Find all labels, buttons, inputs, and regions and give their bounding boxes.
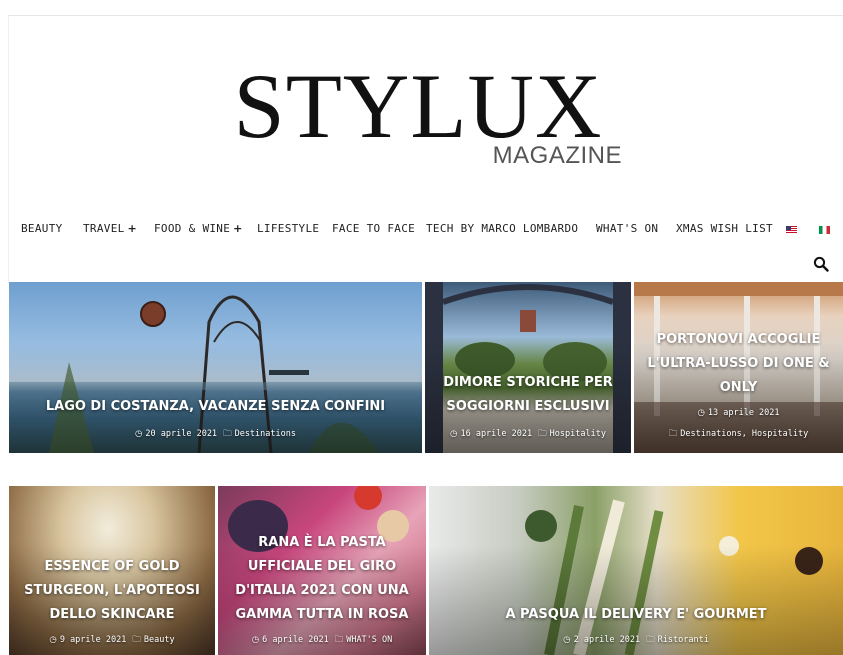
main-nav: BEAUTY TRAVEL + FOOD & WINE + LIFESTYLE FA… [10,222,835,240]
nav-item-label: TECH BY MARCO LOMBARDO [426,222,579,235]
article-category-link[interactable]: Hospitality [550,429,606,439]
article-category-link[interactable]: Beauty [144,635,175,645]
article-meta: ◷ 2 aprile 2021 🗀 Ristoranti [433,634,839,648]
article-meta: ◷ 6 aprile 2021 🗀 WHAT'S ON [222,634,422,648]
submenu-plus-icon: + [127,222,138,235]
nav-item-label: XMAS WISH LIST [676,222,773,235]
article-category-line: 🗀 Destinations, Hospitality [638,428,839,442]
nav-item-lifestyle[interactable]: LIFESTYLE [257,222,319,235]
clock-icon: ◷ [49,635,57,645]
article-card-essence-of-gold[interactable]: ESSENCE OF GOLD STURGEON, L'APOTEOSI DEL… [9,486,215,655]
article-date-line: ◷ 13 aprile 2021 [638,408,839,418]
article-card-pasqua-delivery[interactable]: A PASQUA IL DELIVERY E' GOURMET ◷ 2 april… [429,486,843,655]
nav-item-beauty[interactable]: BEAUTY [21,222,63,235]
us-flag-icon[interactable] [786,226,797,234]
clock-icon: ◷ [697,408,705,418]
article-card-lago-di-costanza[interactable]: LAGO DI COSTANZA, VACANZE SENZA CONFINI … [9,282,422,453]
article-date: 9 aprile 2021 [59,635,127,645]
nav-item-whats-on[interactable]: WHAT'S ON [596,222,658,235]
image-overlay [429,486,843,655]
article-date: 6 aprile 2021 [262,635,329,645]
logo-subtitle: MAGAZINE [492,142,622,169]
nav-item-label: BEAUTY [21,222,63,235]
clock-icon: ◷ [450,429,458,439]
article-card-dimore-storiche[interactable]: DIMORE STORICHE PER SOGGIORNI ESCLUSIVI … [425,282,631,453]
article-title: ESSENCE OF GOLD STURGEON, L'APOTEOSI DEL… [24,559,200,622]
search-button[interactable] [813,256,829,272]
article-date: 20 aprile 2021 [145,429,218,439]
article-title: PORTONOVI ACCOGLIE L'ULTRA-LUSSO DI ONE … [647,332,830,395]
article-title: LAGO DI COSTANZA, VACANZE SENZA CONFINI [45,399,386,414]
it-flag-icon[interactable] [819,226,830,234]
clock-icon: ◷ [251,635,260,645]
article-date: 16 aprile 2021 [460,429,533,439]
folder-icon: 🗀 [646,635,655,645]
nav-item-face-to-face[interactable]: FACE TO FACE [332,222,415,235]
nav-item-label: FOOD & WINE [154,222,231,235]
nav-item-label: LIFESTYLE [257,222,320,235]
article-meta: ◷ 9 aprile 2021 🗀 Beauty [13,634,211,648]
nav-item-label: TRAVEL [83,222,125,235]
clock-icon: ◷ [563,635,571,645]
article-date: 2 aprile 2021 [573,635,641,645]
folder-icon: 🗀 [538,429,547,439]
article-category-link[interactable]: Destinations, Hospitality [680,429,808,439]
submenu-plus-icon: + [233,222,243,235]
article-category-link[interactable]: Destinations [235,429,296,439]
folder-icon: 🗀 [132,635,141,645]
article-title: RANA È LA PASTA UFFICIALE DEL GIRO D'ITA… [235,535,409,622]
site-logo[interactable]: STYLUX MAGAZINE [212,55,632,169]
article-card-portonovi[interactable]: PORTONOVI ACCOGLIE L'ULTRA-LUSSO DI ONE … [634,282,843,453]
nav-item-label: FACE TO FACE [332,222,416,235]
logo-title: STYLUX [233,55,603,157]
nav-item-tech[interactable]: TECH BY MARCO LOMBARDO [426,222,578,235]
header-top-border [8,15,843,16]
article-category-link[interactable]: WHAT'S ON [346,635,392,645]
folder-icon: 🗀 [334,635,344,645]
nav-item-food-wine[interactable]: FOOD & WINE + [154,222,243,235]
article-date: 13 aprile 2021 [707,408,780,418]
article-card-rana[interactable]: RANA È LA PASTA UFFICIALE DEL GIRO D'ITA… [218,486,426,655]
nav-item-xmas-wish-list[interactable]: XMAS WISH LIST [676,222,773,235]
nav-item-travel[interactable]: TRAVEL + [83,222,137,235]
article-meta: ◷ 20 aprile 2021 🗀 Destinations [13,428,418,442]
folder-icon: 🗀 [668,429,678,439]
folder-icon: 🗀 [223,429,232,439]
article-title: A PASQUA IL DELIVERY E' GOURMET [505,607,767,622]
nav-item-label: WHAT'S ON [596,222,659,235]
article-title: DIMORE STORICHE PER SOGGIORNI ESCLUSIVI [443,375,613,414]
search-icon [813,256,829,272]
article-meta: ◷ 16 aprile 2021 🗀 Hospitality [429,428,627,442]
header-left-border [8,15,9,283]
article-category-link[interactable]: Ristoranti [658,635,709,645]
clock-icon: ◷ [134,429,143,439]
